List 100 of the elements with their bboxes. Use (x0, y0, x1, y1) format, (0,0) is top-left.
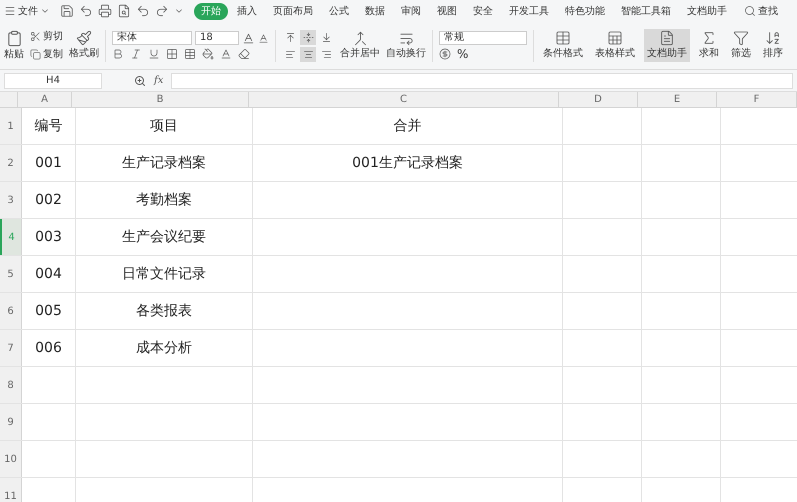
increase-font-icon[interactable] (242, 32, 255, 44)
copy-button[interactable]: 复制 (43, 47, 63, 62)
row-header[interactable]: 6 (0, 293, 22, 329)
undo-icon[interactable] (136, 4, 150, 18)
font-size-dropdown[interactable]: 18 (195, 31, 239, 45)
table-cell-text: 002 (35, 190, 62, 210)
save-icon[interactable] (60, 4, 74, 18)
row-header[interactable]: 3 (0, 182, 22, 218)
table-cell-text: 006 (35, 338, 62, 358)
cell-style-icon[interactable] (184, 48, 196, 60)
ribbon-button[interactable]: 排序 (760, 29, 786, 62)
align-right-icon (320, 48, 332, 60)
ribbon-button[interactable]: 筛选 (728, 29, 754, 62)
align-button[interactable] (300, 46, 316, 62)
formula-input[interactable] (171, 72, 793, 88)
filter-icon (733, 30, 749, 46)
print-preview-icon[interactable] (117, 4, 131, 18)
ribbon-tab[interactable]: 特色功能 (558, 2, 612, 20)
align-center-icon (302, 48, 314, 60)
underline-icon[interactable] (148, 48, 160, 60)
table-cell-text: 001生产记录档案 (352, 154, 463, 172)
table-cell-text: 合并 (394, 116, 422, 136)
ribbon-tab[interactable]: 插入 (230, 2, 264, 20)
font-dropdown[interactable]: 宋体 (112, 31, 192, 45)
ribbon-button[interactable]: 求和 (696, 29, 722, 62)
ribbon-button[interactable]: 表格样式 (592, 29, 638, 62)
ribbon-tab[interactable]: 文档助手 (680, 2, 734, 20)
border-icon[interactable] (166, 48, 178, 60)
column-header[interactable]: E (638, 92, 717, 107)
ribbon-tab[interactable]: 安全 (466, 2, 500, 20)
italic-icon[interactable] (130, 48, 142, 60)
search-icon[interactable] (744, 5, 756, 17)
name-box[interactable]: H4 (4, 72, 102, 88)
format-painter-button[interactable]: 格式刷 (69, 46, 99, 61)
copy-icon[interactable] (30, 49, 41, 60)
column-header[interactable]: D (559, 92, 638, 107)
column-header[interactable]: F (717, 92, 797, 107)
wrap-text-button[interactable]: 自动换行 (386, 46, 426, 60)
table-cell-text: 生产会议纪要 (122, 228, 206, 246)
table-cell-text: 成本分析 (136, 338, 192, 358)
search-label[interactable]: 查找 (758, 4, 778, 18)
ribbon-button[interactable]: 条件格式 (540, 29, 586, 62)
table-cell-text: 编号 (34, 116, 62, 136)
ribbon-tab[interactable]: 公式 (322, 2, 356, 20)
ribbon-tab[interactable]: 开发工具 (502, 2, 556, 20)
column-header[interactable]: B (72, 92, 249, 107)
cut-button[interactable]: 剪切 (43, 29, 63, 44)
align-middle-icon (302, 32, 314, 42)
currency-icon[interactable] (439, 48, 451, 60)
wrap-text-icon[interactable] (398, 30, 414, 46)
table-cell-text: 004 (35, 264, 62, 284)
table-cell-text: 003 (35, 228, 62, 246)
zoom-icon[interactable] (134, 74, 146, 86)
row-header[interactable]: 7 (0, 330, 22, 366)
row-header[interactable]: 9 (0, 404, 22, 440)
column-header[interactable]: A (18, 92, 72, 107)
row-header[interactable]: 1 (0, 108, 22, 144)
printer-icon[interactable] (98, 4, 112, 18)
sort-icon (765, 30, 781, 46)
number-format-dropdown[interactable]: 常规 (439, 31, 527, 45)
clipboard-icon[interactable] (6, 30, 22, 46)
table-cell-text: 项目 (150, 116, 178, 136)
table-cell-text: 005 (35, 302, 62, 320)
redo-icon[interactable] (155, 4, 169, 18)
row-header[interactable]: 10 (0, 441, 22, 477)
merge-center-button[interactable]: 合并居中 (340, 46, 380, 60)
ribbon-tab[interactable]: 智能工具箱 (614, 2, 678, 20)
row-header[interactable]: 11 (0, 478, 22, 502)
row-header[interactable]: 2 (0, 145, 22, 181)
menu-icon[interactable] (4, 5, 16, 17)
table-cell-text: 日常文件记录 (122, 264, 206, 284)
ribbon-tab[interactable]: 数据 (358, 2, 392, 20)
ribbon-tab[interactable]: 视图 (430, 2, 464, 20)
fx-label: fx (154, 74, 164, 88)
ribbon-tab[interactable]: 页面布局 (266, 2, 320, 20)
row-header[interactable]: 8 (0, 367, 22, 403)
undo-icon[interactable] (79, 4, 93, 18)
eraser-icon[interactable] (238, 48, 250, 60)
table-icon (607, 30, 623, 46)
merge-icon[interactable] (352, 30, 368, 46)
column-header[interactable]: C (249, 92, 559, 107)
scissors-icon[interactable] (30, 31, 41, 42)
font-color-icon[interactable] (220, 48, 232, 60)
align-left-icon (284, 48, 296, 60)
align-button[interactable] (300, 30, 316, 44)
align-top-icon (284, 32, 296, 42)
paste-button[interactable]: 粘贴 (4, 46, 24, 62)
ribbon-tab[interactable]: 审阅 (394, 2, 428, 20)
paintbrush-icon[interactable] (76, 30, 92, 46)
row-header[interactable]: 5 (0, 256, 22, 292)
table-cell-text: 生产记录档案 (122, 154, 206, 172)
decrease-font-icon[interactable] (258, 32, 269, 44)
bold-icon[interactable] (112, 48, 124, 60)
table-cell-text: 考勤档案 (136, 190, 192, 210)
table-cell-text: 001 (35, 154, 62, 172)
percent-button[interactable]: % (457, 48, 468, 60)
fill-color-icon[interactable] (202, 48, 214, 60)
ribbon-button[interactable]: 文档助手 (644, 29, 690, 62)
file-menu[interactable]: 文件 (18, 4, 38, 18)
align-bottom-icon (320, 32, 332, 42)
